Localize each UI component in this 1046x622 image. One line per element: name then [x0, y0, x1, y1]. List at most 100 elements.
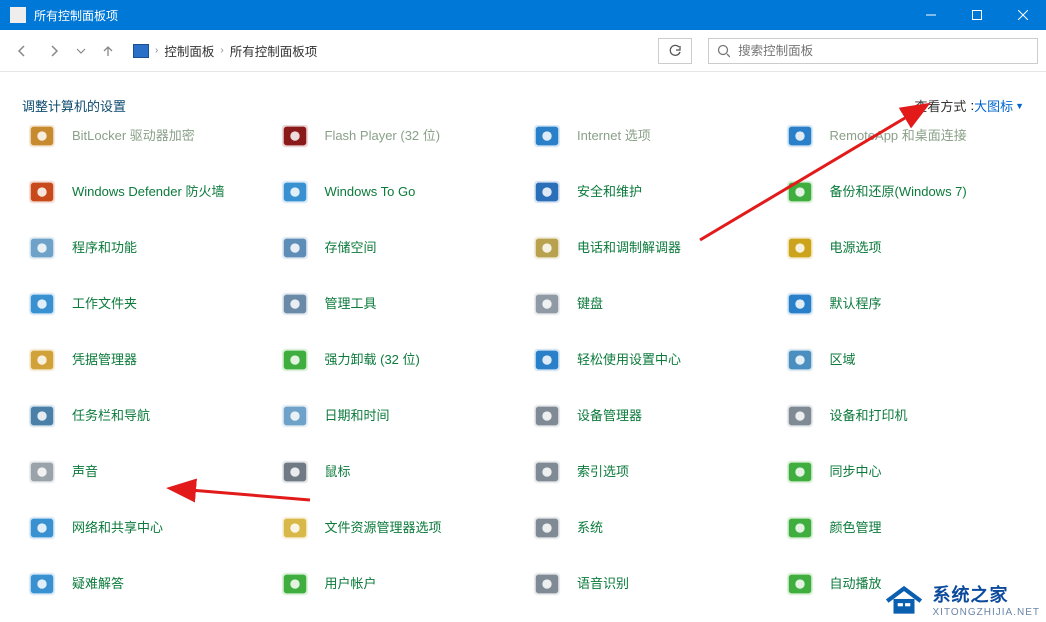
- item-label: 文件资源管理器选项: [325, 520, 442, 536]
- item-file-explorer-options[interactable]: 文件资源管理器选项: [275, 509, 520, 547]
- item-backup-restore[interactable]: 备份和还原(Windows 7): [780, 173, 1025, 211]
- date-time-icon: [279, 400, 311, 432]
- item-label: 工作文件夹: [72, 296, 137, 312]
- remoteapp-icon: [784, 125, 816, 152]
- item-label: 电话和调制解调器: [577, 240, 681, 256]
- file-explorer-options-icon: [279, 512, 311, 544]
- address-bar[interactable]: › 控制面板 › 所有控制面板项: [126, 38, 644, 64]
- item-system[interactable]: 系统: [527, 509, 772, 547]
- internet-options-icon: [531, 125, 563, 152]
- backup-restore-icon: [784, 176, 816, 208]
- view-mode-value: 大图标: [974, 96, 1013, 115]
- item-taskbar-nav[interactable]: 任务栏和导航: [22, 397, 267, 435]
- item-storage-spaces[interactable]: 存储空间: [275, 229, 520, 267]
- color-management-icon: [784, 512, 816, 544]
- item-default-programs[interactable]: 默认程序: [780, 285, 1025, 323]
- device-manager-icon: [531, 400, 563, 432]
- item-label: 程序和功能: [72, 240, 137, 256]
- uninstall-360-icon: [279, 344, 311, 376]
- item-label: Windows To Go: [325, 184, 416, 200]
- item-bitlocker[interactable]: BitLocker 驱动器加密: [22, 125, 267, 155]
- windows-to-go-icon: [279, 176, 311, 208]
- security-maintenance-icon: [531, 176, 563, 208]
- item-credential-manager[interactable]: 凭据管理器: [22, 341, 267, 379]
- item-label: 强力卸载 (32 位): [325, 352, 420, 368]
- recent-dropdown[interactable]: [72, 37, 90, 65]
- item-label: 存储空间: [325, 240, 377, 256]
- item-label: 区域: [830, 352, 856, 368]
- item-windows-to-go[interactable]: Windows To Go: [275, 173, 520, 211]
- item-label: 日期和时间: [325, 408, 390, 424]
- keyboard-icon: [531, 288, 563, 320]
- item-label: 管理工具: [325, 296, 377, 312]
- item-keyboard[interactable]: 键盘: [527, 285, 772, 323]
- item-internet-options[interactable]: Internet 选项: [527, 125, 772, 155]
- search-box[interactable]: [708, 38, 1038, 64]
- item-ease-of-access[interactable]: 轻松使用设置中心: [527, 341, 772, 379]
- up-button[interactable]: [94, 37, 122, 65]
- item-network-sharing[interactable]: 网络和共享中心: [22, 509, 267, 547]
- breadcrumb-root[interactable]: 控制面板: [164, 41, 214, 60]
- item-date-time[interactable]: 日期和时间: [275, 397, 520, 435]
- control-panel-small-icon: [133, 44, 149, 58]
- default-programs-icon: [784, 288, 816, 320]
- item-sync-center[interactable]: 同步中心: [780, 453, 1025, 491]
- item-sound[interactable]: 声音: [22, 453, 267, 491]
- item-troubleshooting[interactable]: 疑难解答: [22, 565, 267, 603]
- item-mouse[interactable]: 鼠标: [275, 453, 520, 491]
- item-power-options[interactable]: 电源选项: [780, 229, 1025, 267]
- maximize-button[interactable]: [954, 0, 1000, 30]
- forward-button[interactable]: [40, 37, 68, 65]
- phone-modem-icon: [531, 232, 563, 264]
- mouse-icon: [279, 456, 311, 488]
- item-label: RemoteApp 和桌面连接: [830, 128, 967, 144]
- item-region[interactable]: 区域: [780, 341, 1025, 379]
- chevron-right-icon: ›: [220, 45, 223, 56]
- items-grid: BitLocker 驱动器加密 Flash Player (32 位) Inte…: [22, 125, 1024, 622]
- sync-center-icon: [784, 456, 816, 488]
- item-programs-features[interactable]: 程序和功能: [22, 229, 267, 267]
- item-remoteapp[interactable]: RemoteApp 和桌面连接: [780, 125, 1025, 155]
- item-device-manager[interactable]: 设备管理器: [527, 397, 772, 435]
- close-button[interactable]: [1000, 0, 1046, 30]
- network-sharing-icon: [26, 512, 58, 544]
- programs-features-icon: [26, 232, 58, 264]
- item-speech-recognition[interactable]: 语音识别: [527, 565, 772, 603]
- item-security-maintenance[interactable]: 安全和维护: [527, 173, 772, 211]
- item-admin-tools[interactable]: 管理工具: [275, 285, 520, 323]
- breadcrumb-current[interactable]: 所有控制面板项: [230, 41, 318, 60]
- item-label: 语音识别: [577, 576, 629, 592]
- item-label: 设备和打印机: [830, 408, 908, 424]
- view-mode-select[interactable]: 大图标 ▼: [974, 96, 1024, 115]
- refresh-button[interactable]: [658, 38, 692, 64]
- item-user-accounts[interactable]: 用户帐户: [275, 565, 520, 603]
- speech-recognition-icon: [531, 568, 563, 600]
- item-phone-modem[interactable]: 电话和调制解调器: [527, 229, 772, 267]
- item-label: Windows Defender 防火墙: [72, 184, 224, 200]
- item-indexing-options[interactable]: 索引选项: [527, 453, 772, 491]
- item-flash[interactable]: Flash Player (32 位): [275, 125, 520, 155]
- user-accounts-icon: [279, 568, 311, 600]
- item-label: 声音: [72, 464, 98, 480]
- chevron-down-icon: ▼: [1015, 101, 1024, 111]
- item-color-management[interactable]: 颜色管理: [780, 509, 1025, 547]
- defender-firewall-icon: [26, 176, 58, 208]
- item-defender-firewall[interactable]: Windows Defender 防火墙: [22, 173, 267, 211]
- item-work-folders[interactable]: 工作文件夹: [22, 285, 267, 323]
- search-icon: [717, 44, 730, 58]
- minimize-button[interactable]: [908, 0, 954, 30]
- item-label: Flash Player (32 位): [325, 128, 441, 144]
- item-label: 安全和维护: [577, 184, 642, 200]
- item-label: 索引选项: [577, 464, 629, 480]
- back-button[interactable]: [8, 37, 36, 65]
- item-label: 用户帐户: [325, 576, 377, 592]
- item-autoplay[interactable]: 自动播放: [780, 565, 1025, 603]
- autoplay-icon: [784, 568, 816, 600]
- search-input[interactable]: [738, 44, 1029, 58]
- devices-printers-icon: [784, 400, 816, 432]
- item-uninstall-360[interactable]: 强力卸载 (32 位): [275, 341, 520, 379]
- item-devices-printers[interactable]: 设备和打印机: [780, 397, 1025, 435]
- region-icon: [784, 344, 816, 376]
- credential-manager-icon: [26, 344, 58, 376]
- sound-icon: [26, 456, 58, 488]
